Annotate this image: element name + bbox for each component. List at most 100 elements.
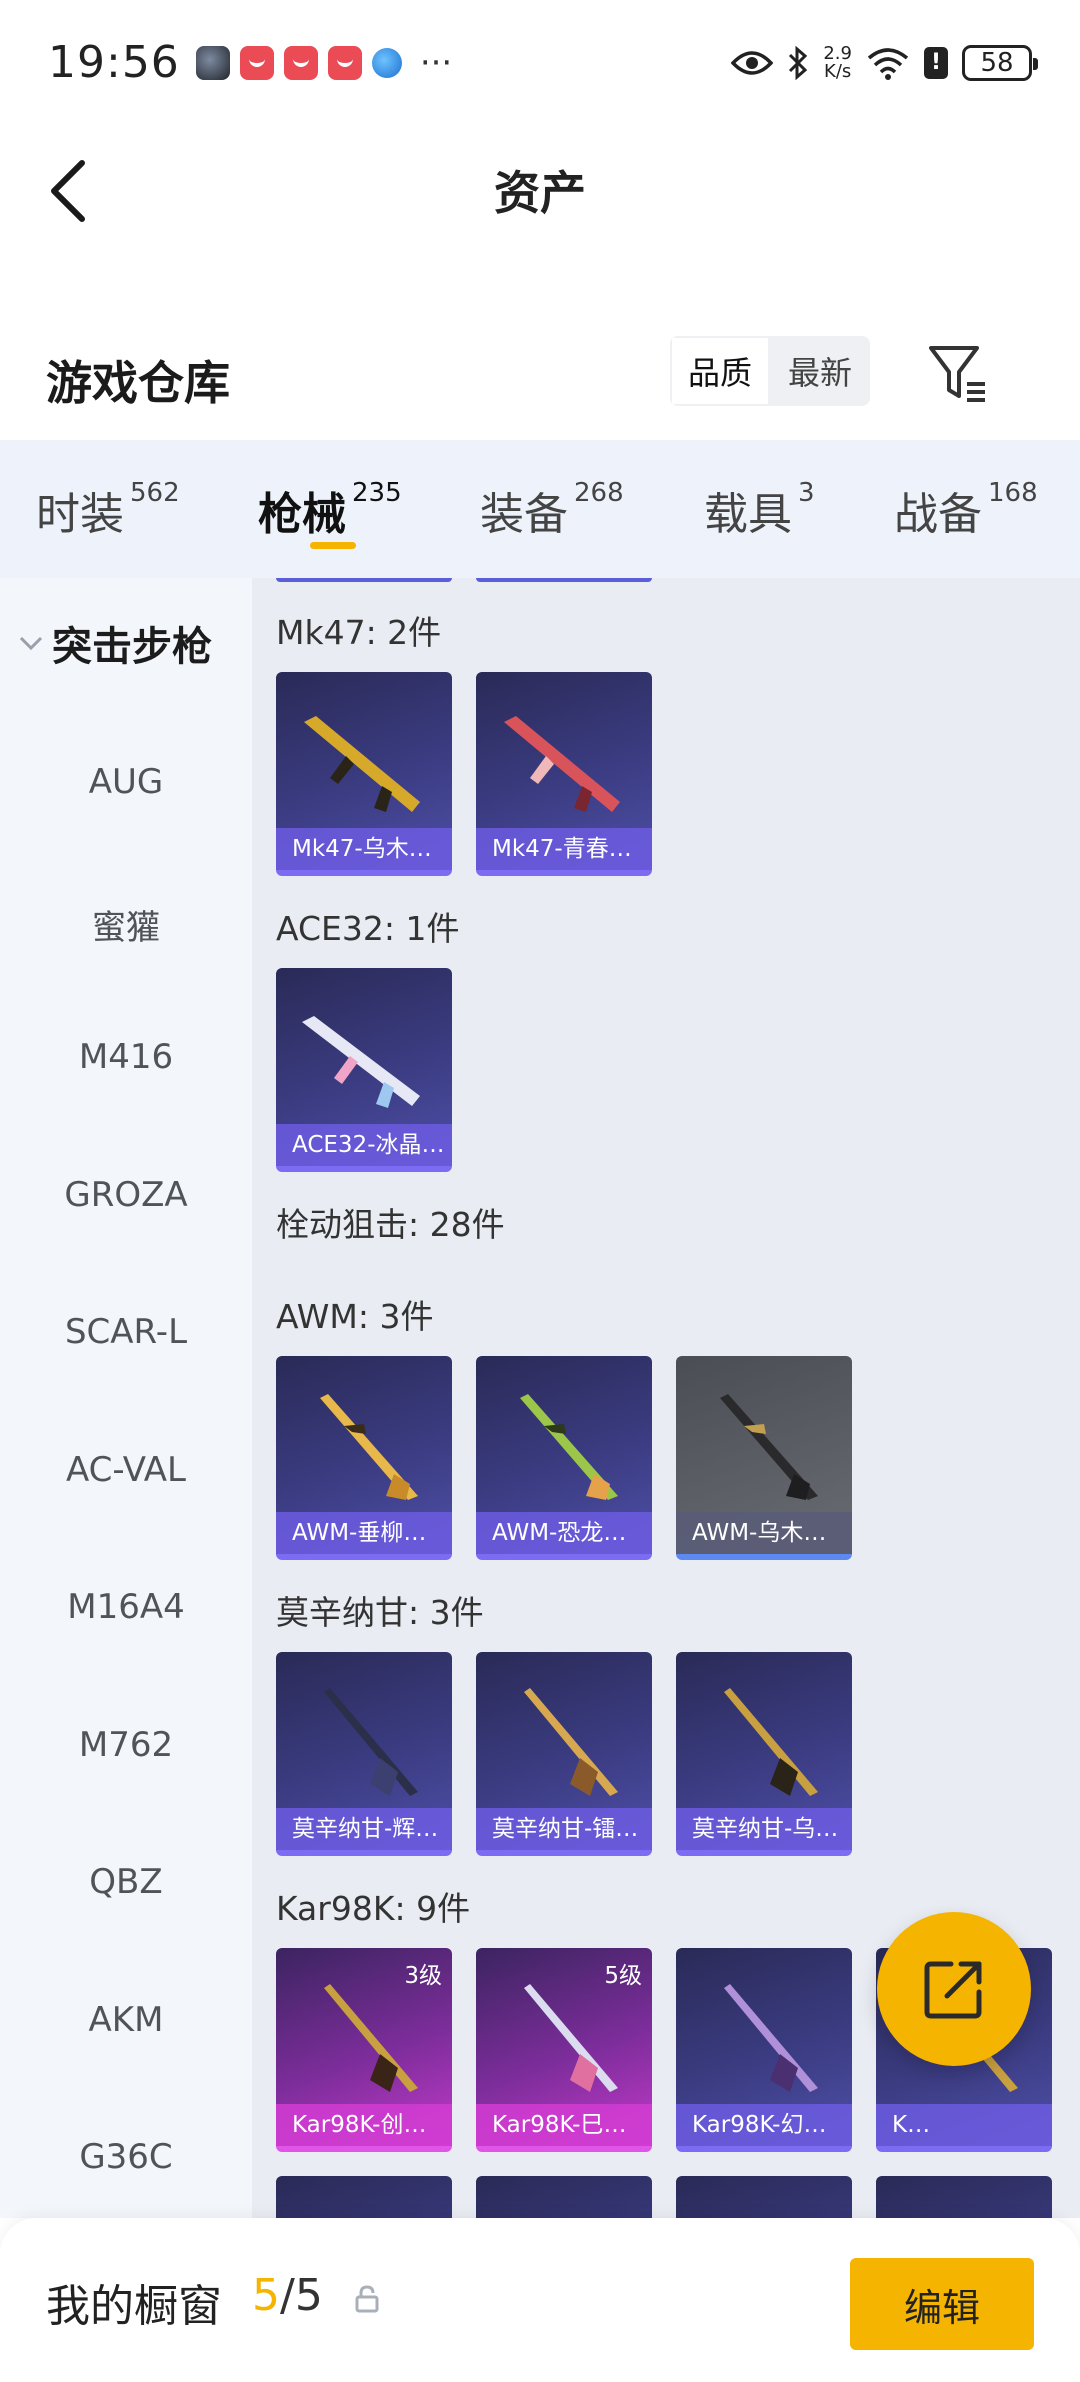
section-title-ace32: ACE32: 1件 (276, 909, 460, 948)
item-card-label: AWM-恐龙… (476, 1512, 652, 1554)
sidebar-item-qbz[interactable]: QBZ (0, 1862, 252, 1902)
wifi-icon (867, 47, 909, 80)
card-edge (276, 578, 452, 582)
bolt-rifle-icon (524, 1688, 618, 1796)
item-level-badge: 5级 (604, 1963, 642, 1989)
item-card-label: 莫辛纳甘-镭… (476, 1808, 652, 1850)
nav-bar: 资产 (0, 125, 1080, 255)
back-arrow-icon (51, 160, 85, 222)
section-title-mosin: 莫辛纳甘: 3件 (276, 1593, 484, 1632)
section-title-kar98k: Kar98K: 9件 (276, 1889, 471, 1928)
shopping-app-icon (327, 45, 362, 80)
item-card-label: Mk47-青春… (476, 828, 652, 870)
bluetooth-icon (789, 45, 808, 80)
warehouse-title: 游戏仓库 (46, 356, 230, 410)
bolt-rifle-icon (324, 1984, 418, 2092)
item-card-label: Kar98K-创… (276, 2104, 452, 2146)
item-card-label: AWM-垂柳… (276, 1512, 452, 1554)
sniper-rifle-icon (320, 1394, 418, 1500)
sort-segmented-control: 品质 最新 (670, 336, 870, 406)
network-speed: 2.9 K/s (823, 42, 852, 82)
item-card-label: ACE32-冰晶… (276, 1124, 452, 1166)
edit-button[interactable]: 编辑 (850, 2258, 1034, 2350)
section-title-mk47: Mk47: 2件 (276, 613, 442, 652)
tab-firearms[interactable]: 枪械 235 (258, 478, 402, 542)
tab-battle-prep[interactable]: 战备 168 (894, 478, 1038, 542)
section-title-awm: AWM: 3件 (276, 1297, 434, 1336)
sidebar-item-groza[interactable]: GROZA (0, 1175, 252, 1215)
back-button[interactable] (38, 153, 98, 229)
tab-vehicles[interactable]: 载具 3 (704, 478, 815, 542)
share-icon (924, 1961, 982, 2019)
rifle-icon (304, 716, 420, 812)
battery-indicator: 58 (962, 44, 1038, 81)
sidebar-item-m762[interactable]: M762 (0, 1725, 252, 1765)
sidebar-item-m416[interactable]: M416 (0, 1037, 252, 1077)
item-level-badge: 3级 (404, 1963, 442, 1989)
item-card[interactable] (276, 2176, 452, 2218)
item-card[interactable]: 莫辛纳甘-辉… (276, 1652, 452, 1856)
bolt-rifle-icon (724, 1688, 818, 1796)
item-card[interactable]: Mk47-乌木… (276, 672, 452, 876)
alert-icon: ! (924, 46, 948, 79)
card-edge (476, 578, 652, 582)
tab-fashion[interactable]: 时装 562 (36, 478, 180, 542)
item-card[interactable]: AWM-乌木… (676, 1356, 852, 1560)
sort-latest-button[interactable]: 最新 (770, 336, 870, 406)
item-card-label: Kar98K-巳… (476, 2104, 652, 2146)
bottom-bar: 我的橱窗 5/5 编辑 (0, 2218, 1080, 2382)
item-card[interactable]: 莫辛纳甘-乌… (676, 1652, 852, 1856)
status-time: 19:56 (48, 37, 180, 88)
warehouse-header: 游戏仓库 品质 最新 (0, 320, 1080, 440)
game-app-icon (195, 45, 230, 80)
item-card[interactable] (476, 2176, 652, 2218)
shopping-app-icon (239, 45, 274, 80)
rifle-icon (504, 716, 620, 812)
filter-icon (929, 346, 985, 402)
item-card[interactable]: 3级 Kar98K-创… (276, 1948, 452, 2152)
showcase-count: 5/5 (252, 2270, 323, 2321)
rifle-icon (302, 1016, 420, 1108)
sidebar-item-aug[interactable]: AUG (0, 762, 252, 802)
weapon-type-sidebar: 突击步枪 AUG 蜜獾 M416 GROZA SCAR-L AC-VAL M16… (0, 578, 252, 2218)
bolt-rifle-icon (324, 1688, 418, 1796)
sidebar-group-assault-rifles[interactable]: 突击步枪 (18, 614, 212, 672)
item-card[interactable] (876, 2176, 1052, 2218)
eye-icon (731, 50, 774, 75)
sidebar-item-akm[interactable]: AKM (0, 2000, 252, 2040)
item-card[interactable]: AWM-垂柳… (276, 1356, 452, 1560)
sniper-rifle-icon (520, 1394, 618, 1500)
more-notifications-icon: ··· (419, 42, 453, 83)
status-bar: 19:56 ··· 2.9 K/s ! 58 (0, 0, 1080, 125)
sidebar-item-m16a4[interactable]: M16A4 (0, 1587, 252, 1627)
section-title-bolt-action: 栓动狙击: 28件 (276, 1205, 505, 1244)
shopping-app-icon (283, 45, 318, 80)
item-card[interactable]: ACE32-冰晶… (276, 968, 452, 1172)
share-button[interactable] (877, 1912, 1031, 2066)
item-card[interactable]: Mk47-青春… (476, 672, 652, 876)
item-card[interactable]: 5级 Kar98K-巳… (476, 1948, 652, 2152)
filter-button[interactable] (925, 340, 991, 406)
lock-icon (355, 2285, 379, 2313)
item-card[interactable] (676, 2176, 852, 2218)
active-tab-indicator (310, 542, 356, 549)
category-tabs: 时装 562 枪械 235 装备 268 载具 3 战备 168 (0, 440, 1080, 578)
chevron-down-icon (19, 636, 43, 651)
item-card-label: 莫辛纳甘-乌… (676, 1808, 852, 1850)
sidebar-item-ac-val[interactable]: AC-VAL (0, 1450, 252, 1490)
bolt-rifle-icon (724, 1984, 818, 2092)
tab-equipment[interactable]: 装备 268 (480, 478, 624, 542)
item-card[interactable]: 莫辛纳甘-镭… (476, 1652, 652, 1856)
item-card[interactable]: Kar98K-幻… (676, 1948, 852, 2152)
sidebar-item-g36c[interactable]: G36C (0, 2137, 252, 2177)
item-card-label: Kar98K-幻… (676, 2104, 852, 2146)
item-card-label: 莫辛纳甘-辉… (276, 1808, 452, 1850)
browser-app-icon (371, 47, 402, 78)
sort-quality-button[interactable]: 品质 (670, 336, 770, 406)
bolt-rifle-icon (524, 1984, 618, 2092)
showcase-label: 我的橱窗 (46, 2281, 222, 2332)
item-card[interactable]: AWM-恐龙… (476, 1356, 652, 1560)
sidebar-item-honey-badger[interactable]: 蜜獾 (0, 900, 252, 949)
sidebar-item-scar-l[interactable]: SCAR-L (0, 1312, 252, 1352)
item-card-label: Mk47-乌木… (276, 828, 452, 870)
